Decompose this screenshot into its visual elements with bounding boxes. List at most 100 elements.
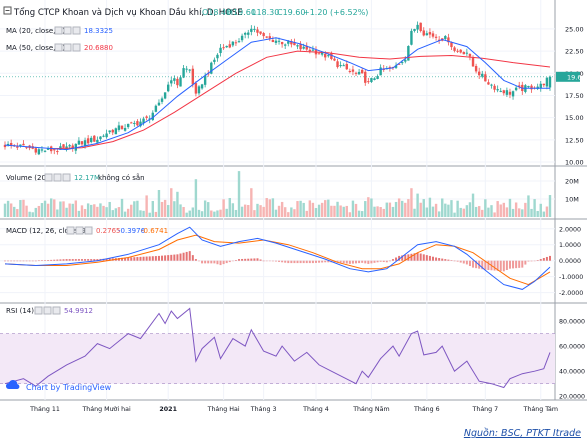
volume-bar — [163, 199, 167, 217]
volume-bar — [527, 195, 530, 217]
time-label: Tháng Hai — [207, 405, 240, 413]
volume-bar — [385, 202, 389, 217]
macd-histogram-bar — [348, 260, 351, 264]
volume-bar — [65, 207, 68, 217]
macd-histogram-bar — [139, 256, 142, 261]
candle — [68, 145, 71, 147]
volume-bar — [19, 200, 22, 217]
macd-histogram-bar — [201, 260, 204, 264]
volume-bar — [56, 209, 59, 217]
price-tick-label: 17.50 — [565, 92, 584, 100]
macd-histogram-bar — [142, 256, 145, 261]
macd-panel[interactable] — [4, 226, 551, 290]
macd-histogram-bar — [376, 260, 379, 263]
candle — [185, 68, 188, 70]
macd-histogram-bar — [290, 260, 293, 264]
macd-histogram-bar — [148, 256, 151, 261]
volume-bar — [342, 206, 345, 217]
candle — [182, 68, 185, 78]
volume-bar — [437, 211, 441, 217]
macd-histogram-bar — [305, 260, 308, 264]
price-tick-label: 25.00 — [565, 25, 584, 33]
macd-histogram-bar — [268, 260, 271, 262]
volume-bar — [250, 188, 253, 217]
macd-legend: MACD (12, 26, close, 9) 0.2765 -0.3976 -… — [6, 226, 168, 235]
candle — [145, 116, 148, 118]
macd-histogram-bar — [321, 260, 324, 263]
macd-histogram-bar — [228, 260, 231, 263]
volume-bar — [536, 210, 539, 217]
volume-bar — [391, 206, 395, 217]
macd-histogram-bar — [367, 260, 370, 264]
macd-histogram-bar — [299, 260, 302, 264]
candle — [271, 39, 275, 43]
candle — [62, 144, 65, 148]
candle — [505, 90, 509, 95]
macd-histogram-bar — [19, 260, 22, 262]
close-value: C19.60 — [277, 8, 306, 17]
candle — [370, 78, 373, 83]
candle — [364, 71, 367, 83]
macd-histogram-bar — [302, 260, 305, 264]
price-panel[interactable] — [0, 21, 555, 156]
volume-bar — [425, 207, 429, 217]
macd-histogram-bar — [90, 259, 93, 261]
candle — [462, 52, 465, 55]
macd-histogram-bar — [293, 260, 296, 264]
candle — [502, 90, 506, 94]
candle — [401, 62, 404, 64]
macd-histogram-bar — [459, 260, 462, 263]
volume-value: 12.17M — [74, 174, 100, 182]
volume-bar — [474, 206, 478, 217]
volume-bar — [188, 210, 191, 217]
volume-bar — [456, 200, 459, 217]
volume-bar — [151, 201, 154, 217]
candle — [105, 133, 108, 138]
volume-bar — [120, 198, 124, 217]
macd-histogram-bar — [355, 260, 358, 264]
macd-histogram-bar — [281, 260, 284, 263]
stock-chart[interactable]: 25.0022.5020.0017.5015.0012.5010.0019.60… — [0, 0, 587, 425]
candle — [219, 47, 222, 54]
candle — [213, 59, 216, 62]
macd-histogram-bar — [487, 260, 490, 271]
macd-histogram-bar — [44, 260, 47, 261]
volume-bar — [210, 210, 213, 217]
macd-buttons[interactable] — [66, 226, 93, 235]
candle — [102, 135, 105, 137]
volume-bar — [459, 207, 462, 217]
candle — [34, 148, 37, 153]
candle — [108, 130, 111, 133]
candle — [468, 53, 472, 57]
volume-bar — [34, 207, 37, 217]
volume-bar — [179, 204, 182, 217]
macd-histogram-bar — [87, 259, 90, 261]
candle — [471, 57, 475, 67]
rsi-buttons[interactable] — [34, 306, 61, 315]
candle — [514, 87, 518, 91]
ma20-buttons[interactable] — [54, 26, 81, 35]
macd-histogram-bar — [318, 260, 321, 263]
macd-histogram-bar — [539, 259, 542, 261]
candle — [25, 147, 28, 149]
macd-histogram-bar — [136, 257, 139, 261]
macd-histogram-bar — [549, 255, 551, 261]
macd-histogram-bar — [77, 259, 80, 261]
candle — [333, 58, 336, 61]
volume-bar — [388, 202, 392, 217]
volume-bar — [176, 191, 179, 217]
candle — [160, 98, 164, 102]
candle — [481, 73, 484, 77]
macd-histogram-bar — [225, 260, 228, 264]
ma50-buttons[interactable] — [54, 43, 81, 52]
macd-histogram-bar — [524, 260, 527, 265]
price-axis: 25.0022.5020.0017.5015.0012.5010.0019.60 — [556, 25, 586, 167]
candle — [99, 136, 102, 140]
volume-buttons[interactable] — [44, 173, 71, 182]
candle — [545, 77, 549, 87]
volume-bar — [308, 200, 312, 217]
macd-histogram-bar — [311, 260, 314, 264]
macd-histogram-bar — [191, 255, 194, 261]
candle — [407, 46, 410, 61]
rsi-label: RSI (14) — [6, 307, 34, 315]
